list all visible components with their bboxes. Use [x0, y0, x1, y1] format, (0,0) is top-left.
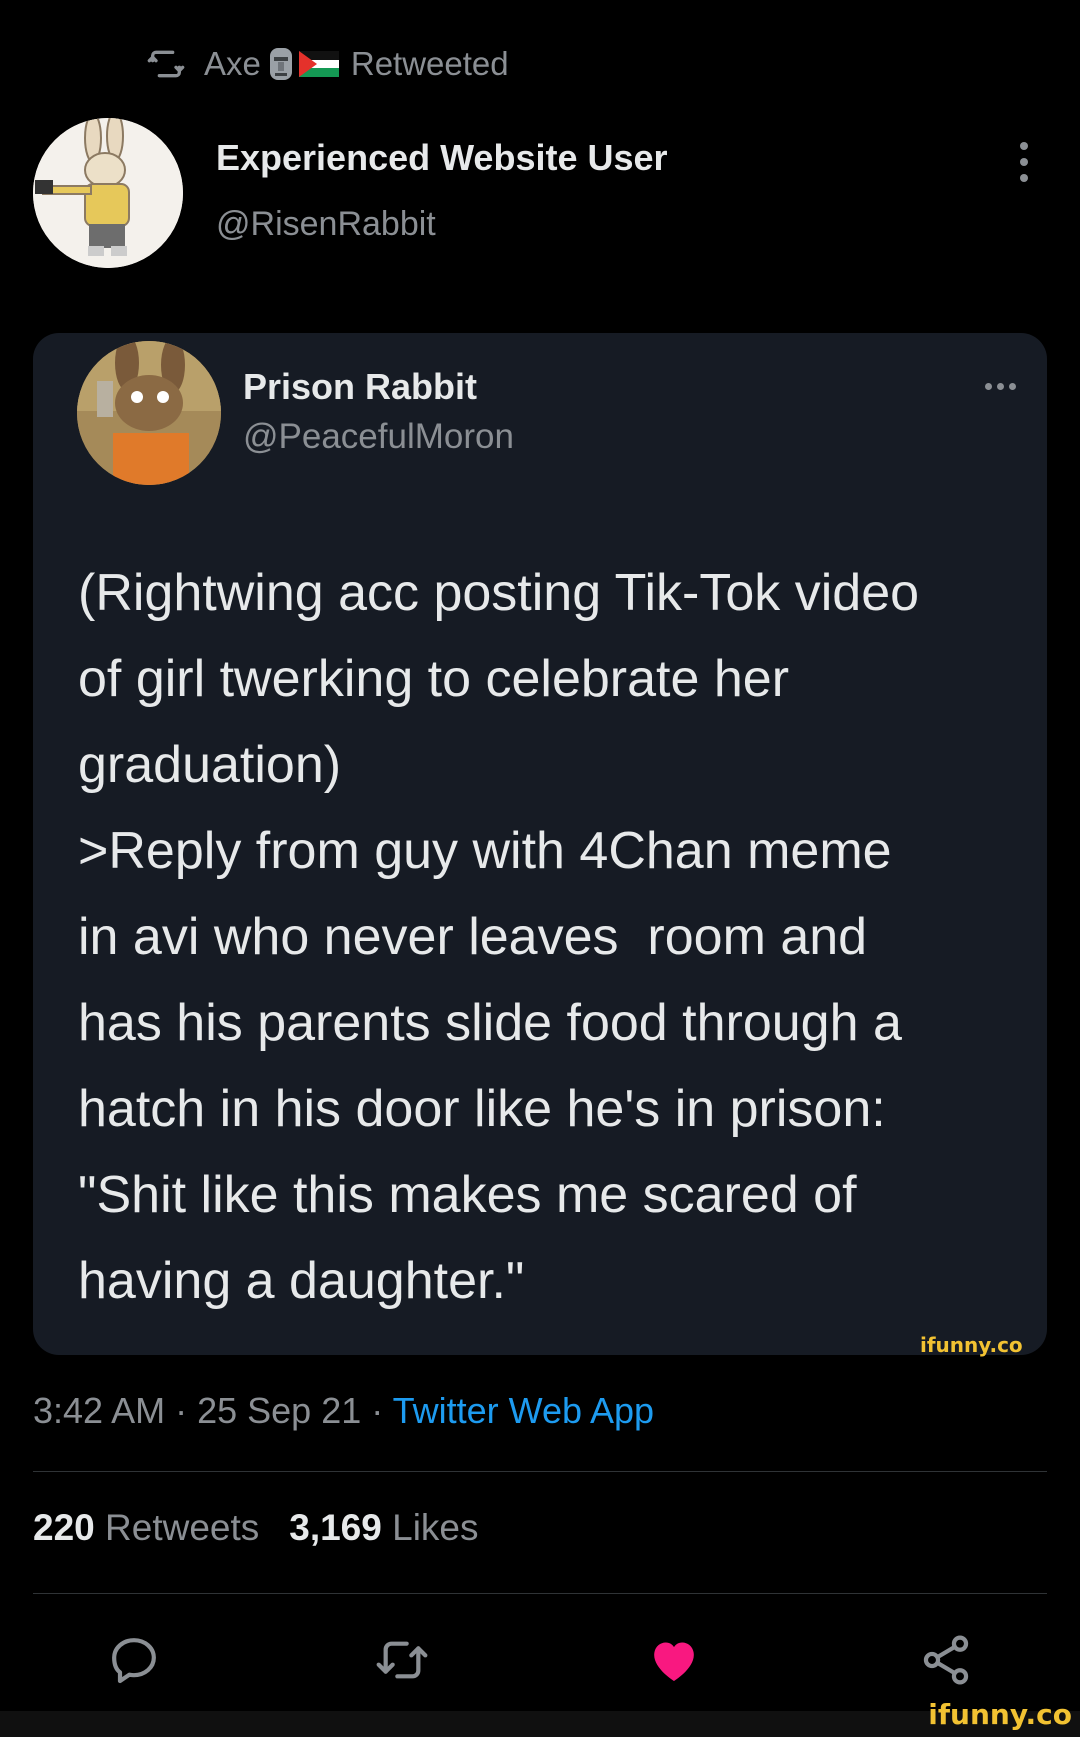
- ifunny-watermark: ifunny.co: [920, 1333, 1023, 1357]
- likes-stat[interactable]: 3,169 Likes: [289, 1507, 478, 1548]
- bottom-bar: [0, 1711, 1080, 1737]
- divider: [33, 1593, 1047, 1594]
- retweet-icon: [147, 50, 185, 78]
- tweet-stats: 220 Retweets 3,169 Likes: [33, 1507, 479, 1549]
- likes-label: Likes: [392, 1507, 479, 1548]
- author-avatar[interactable]: [33, 118, 183, 268]
- quoted-text: (Rightwing acc posting Tik-Tok video of …: [78, 550, 1038, 1324]
- palestine-flag-icon: [298, 51, 339, 77]
- retweet-icon[interactable]: [374, 1632, 430, 1688]
- tweet-date[interactable]: 25 Sep 21: [197, 1390, 361, 1431]
- quoted-tweet-card[interactable]: Prison Rabbit @PeacefulMoron (Rightwing …: [33, 333, 1047, 1355]
- retweets-count: 220: [33, 1507, 95, 1548]
- quoted-handle[interactable]: @PeacefulMoron: [243, 417, 514, 457]
- share-icon[interactable]: [918, 1632, 974, 1688]
- divider: [33, 1471, 1047, 1472]
- author-handle[interactable]: @RisenRabbit: [216, 205, 436, 244]
- more-options-icon[interactable]: [1016, 142, 1032, 182]
- tweet-meta: 3:42 AM · 25 Sep 21 · Twitter Web App: [33, 1390, 654, 1432]
- tweet-source-link[interactable]: Twitter Web App: [393, 1390, 654, 1431]
- likes-count: 3,169: [289, 1507, 382, 1548]
- ifunny-watermark-bottom: ifunny.co: [928, 1698, 1072, 1731]
- reply-icon[interactable]: [106, 1632, 162, 1688]
- moai-emoji-icon: [269, 48, 292, 80]
- like-icon[interactable]: [646, 1632, 702, 1688]
- quoted-name[interactable]: Prison Rabbit: [243, 366, 477, 408]
- quoted-paragraph-2: >Reply from guy with 4Chan meme in avi w…: [78, 822, 902, 1310]
- retweeted-label: Retweeted: [350, 45, 509, 82]
- retweets-stat[interactable]: 220 Retweets: [33, 1507, 259, 1548]
- quoted-avatar[interactable]: [77, 341, 221, 485]
- meta-separator: ·: [165, 1390, 198, 1431]
- tweet-time[interactable]: 3:42 AM: [33, 1390, 165, 1431]
- quoted-paragraph-1: (Rightwing acc posting Tik-Tok video of …: [78, 564, 920, 794]
- meta-separator: ·: [361, 1390, 393, 1431]
- more-icon[interactable]: [985, 383, 1016, 390]
- retweeter-name[interactable]: Axe: [204, 45, 261, 83]
- retweet-context: Axe Retweeted: [146, 40, 509, 88]
- retweets-label: Retweets: [105, 1507, 260, 1548]
- author-name[interactable]: Experienced Website User: [216, 137, 668, 179]
